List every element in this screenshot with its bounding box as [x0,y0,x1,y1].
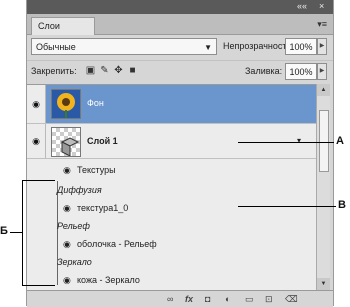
lock-fill-row: Закрепить: ▣ ✎ ✥ ■ Заливка: 100% ▶ [27,60,333,83]
fx-badge-icon: ▾ [297,136,302,145]
scroll-thumb[interactable] [319,110,329,172]
cube-icon [60,137,80,157]
layer-thumbnail-sunflower [51,89,81,119]
new-layer-icon[interactable]: ⊡ [265,294,273,305]
visibility-cell: ◉ [27,85,46,123]
visibility-cell: ◉ [27,124,46,158]
effect-category: Рельеф [27,217,317,235]
fx-icon[interactable]: fx [185,294,193,304]
effect-texture-label: оболочка - Рельеф [77,239,157,249]
effect-texture-row[interactable]: ◉ текстура1_0 [27,199,317,217]
add-mask-icon[interactable]: ◘ [205,294,210,304]
lock-transparency-icon[interactable]: ▣ [85,65,96,76]
effect-category-label: Диффузия [57,185,102,195]
layers-panel: «« × Слои ▾≡ Обычные ▼ Непрозрачность: 1… [26,0,334,307]
delete-layer-icon[interactable]: ⌫ [285,294,298,305]
blend-mode-value: Обычные [36,42,76,52]
callout-line-a [238,142,334,143]
effect-category-label: Зеркало [57,257,92,267]
layers-toolbar: ∞ fx ◘ ◐ ▭ ⊡ ⌫ [27,290,333,307]
layer-name: Фон [87,98,104,108]
effect-texture-label: текстура1_0 [77,203,129,213]
sunflower-icon [52,90,80,118]
eye-icon[interactable]: ◉ [31,136,41,146]
scroll-down-icon[interactable]: ▼ [317,278,330,290]
eye-icon[interactable]: ◉ [31,99,41,109]
lock-paint-icon[interactable]: ✎ [99,65,110,76]
fill-arrow-icon[interactable]: ▶ [317,63,327,80]
blend-mode-select[interactable]: Обычные ▼ [31,38,217,55]
lock-all-icon[interactable]: ■ [127,65,138,76]
eye-icon[interactable]: ◉ [63,271,71,289]
lock-label: Закрепить: [31,66,77,76]
effect-category-label: Рельеф [57,221,90,231]
blend-opacity-row: Обычные ▼ Непрозрачность: 100% ▶ [27,36,333,58]
panel-tab-bar: Слои ▾≡ [27,14,333,35]
tab-layers[interactable]: Слои [31,17,95,35]
layer-row-background[interactable]: ◉ Фон [27,85,317,124]
callout-label-b: В [338,199,346,211]
panel-header-strip: «« × [27,0,333,14]
callout-line-b [238,206,336,207]
fill-label: Заливка: [245,66,283,76]
layers-scrollbar[interactable]: ▲ ▼ [316,84,330,290]
effect-category: Диффузия [27,181,317,199]
callout-line-c [10,232,22,233]
layers-list: ◉ Фон ◉ Слой 1 ▾ ◉ Текстуры Диффузия ◉ т… [27,84,317,291]
effect-texture-row[interactable]: ◉ оболочка - Рельеф [27,235,317,253]
layer-thumbnail-transparent [51,127,81,157]
dropdown-arrow-icon: ▼ [204,43,212,52]
close-button[interactable]: × [319,1,324,11]
callout-label-a: А [336,135,344,147]
effects-group-label: Текстуры [77,165,116,175]
effect-texture-label: кожа - Зеркало [77,275,140,285]
panel-menu-icon[interactable]: ▾≡ [317,19,327,30]
lock-move-icon[interactable]: ✥ [113,65,124,76]
callout-label-c: Б [0,225,8,237]
effects-group-row[interactable]: ◉ Текстуры [27,159,317,181]
opacity-label: Непрозрачность: [223,41,294,51]
eye-icon[interactable]: ◉ [63,235,71,253]
effect-category: Зеркало [27,253,317,271]
callout-bracket [22,180,55,286]
adjustment-layer-icon[interactable]: ◐ [225,294,230,304]
eye-icon[interactable]: ◉ [63,199,71,217]
opacity-arrow-icon[interactable]: ▶ [317,38,327,55]
opacity-input[interactable]: 100% [285,38,317,55]
eye-icon[interactable]: ◉ [63,159,71,181]
layer-name: Слой 1 [87,136,118,146]
collapse-button[interactable]: «« [297,1,307,11]
link-layers-icon[interactable]: ∞ [167,294,173,304]
fill-input[interactable]: 100% [285,63,317,80]
scroll-up-icon[interactable]: ▲ [317,84,330,96]
new-group-icon[interactable]: ▭ [245,294,254,305]
effect-texture-row[interactable]: ◉ кожа - Зеркало [27,271,317,289]
